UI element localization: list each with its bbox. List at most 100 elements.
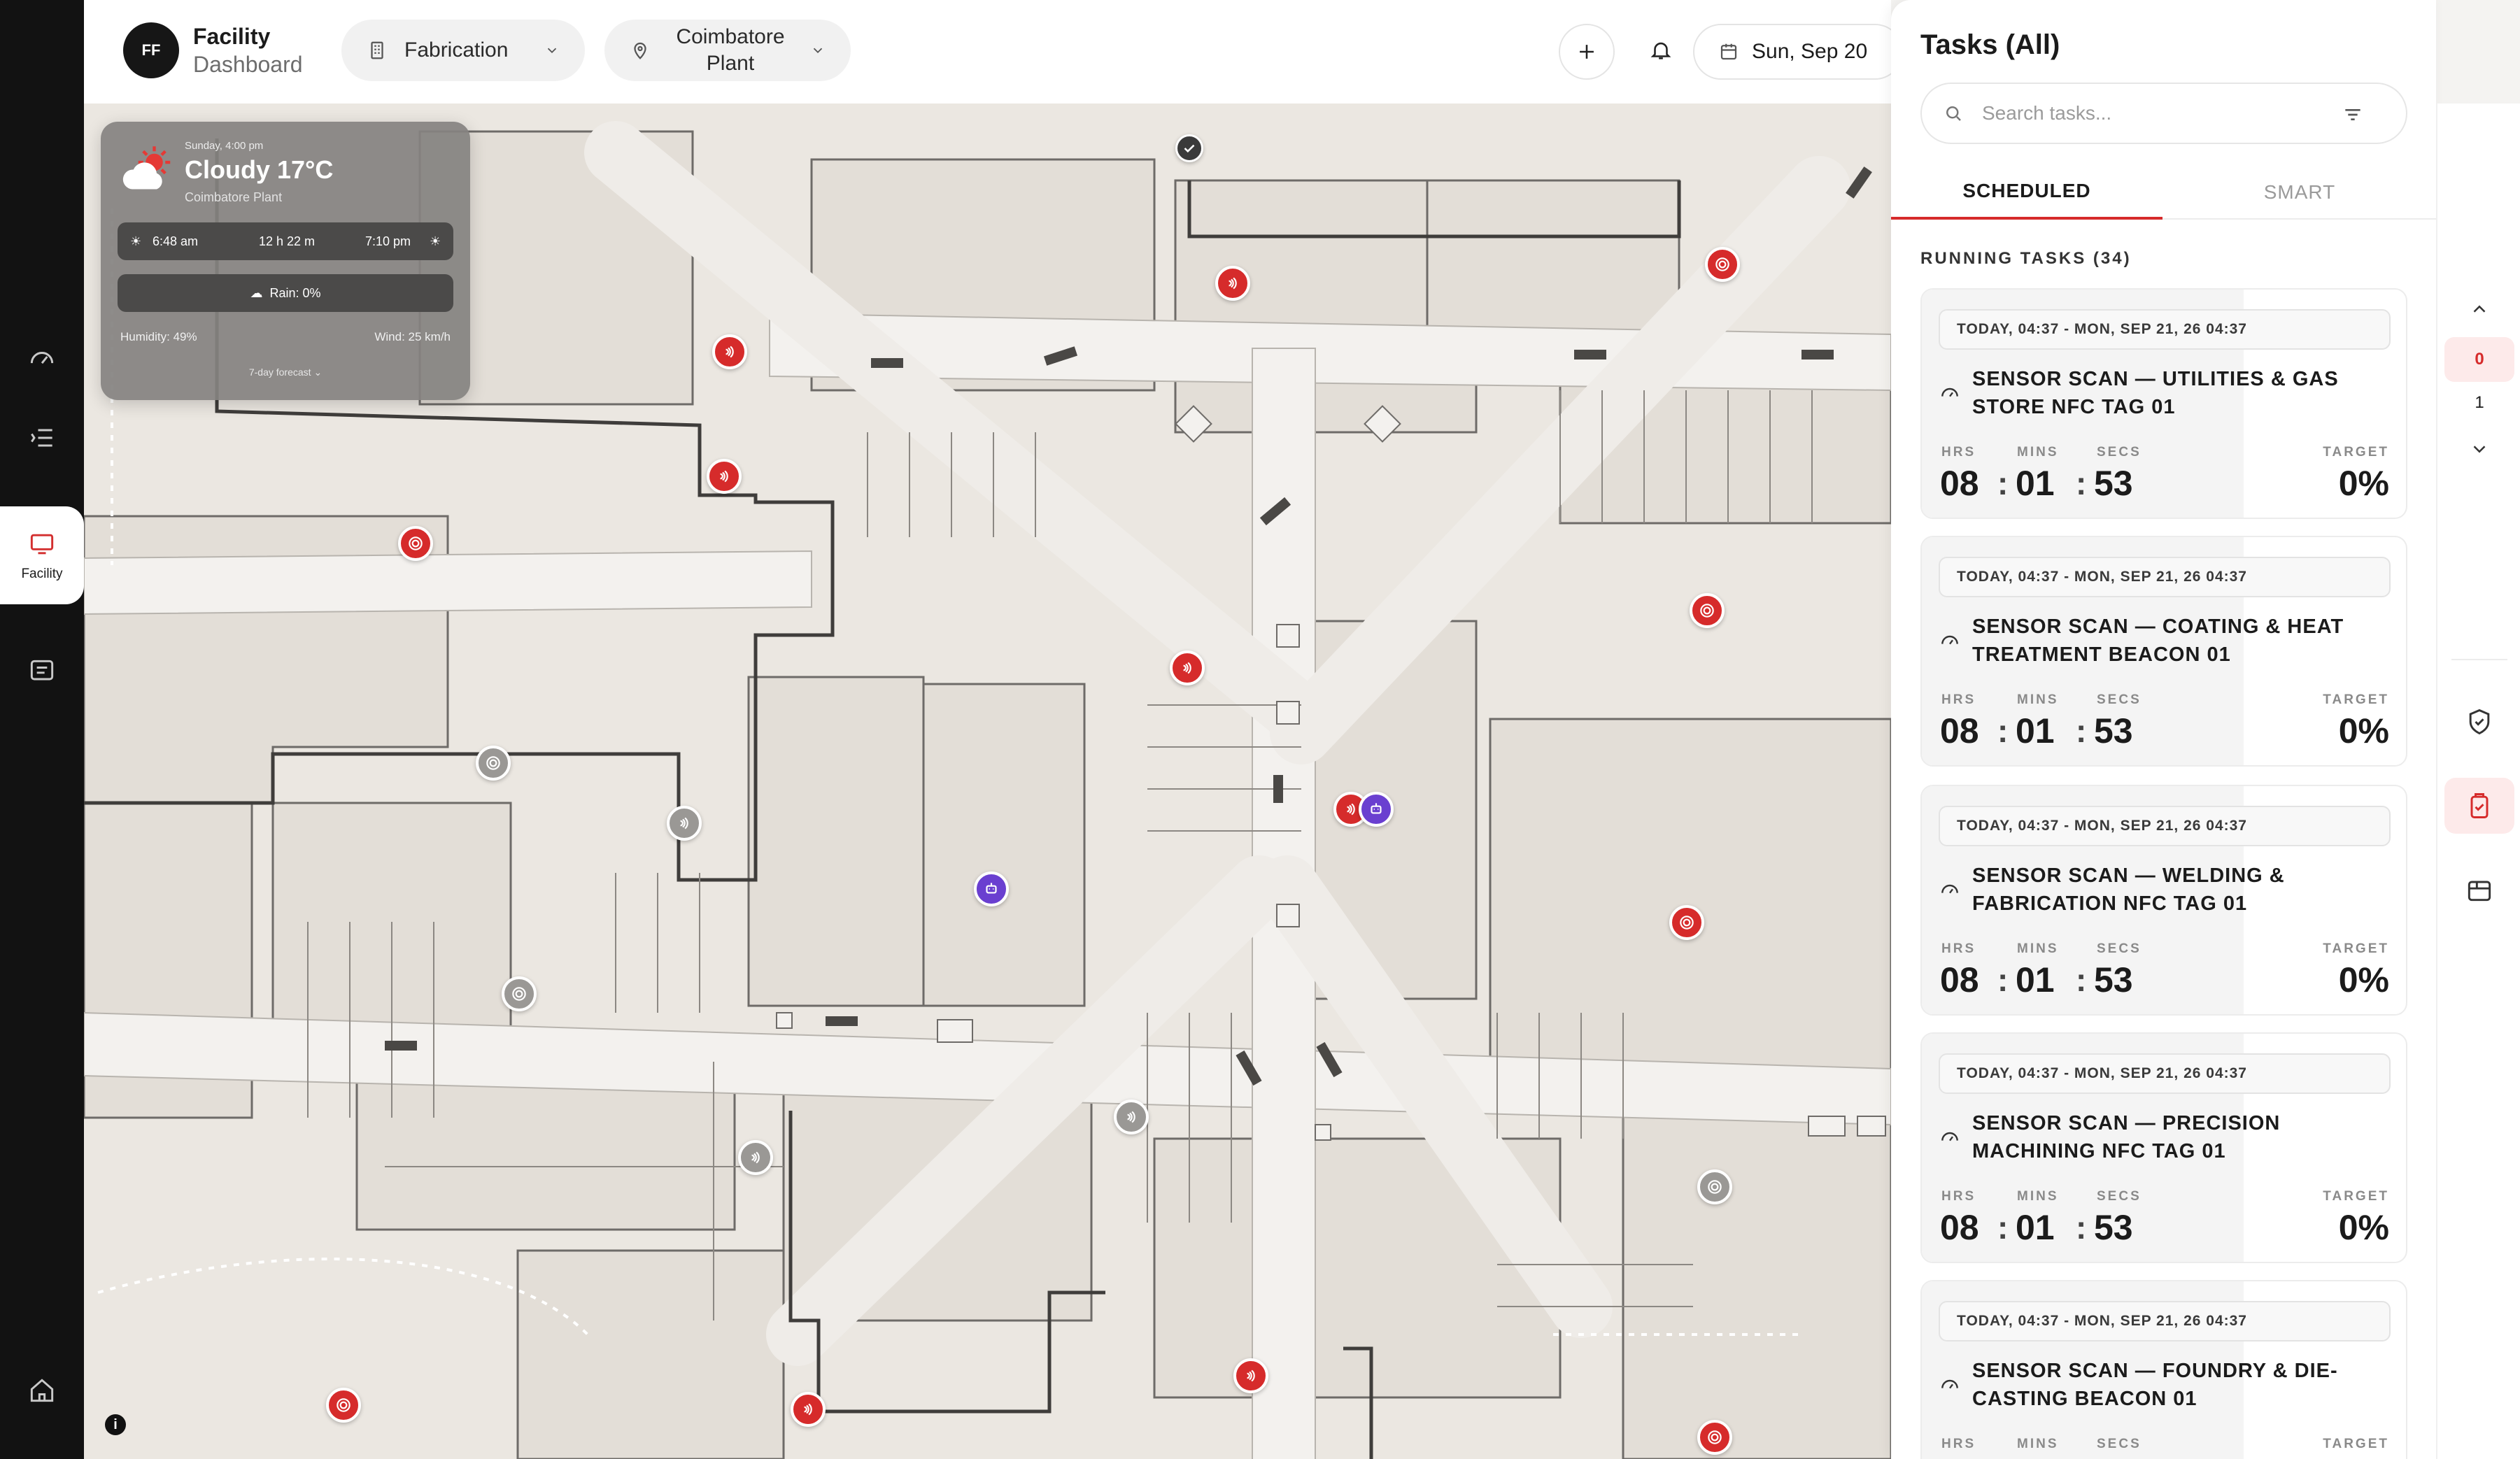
page-up-button[interactable] [2437,294,2520,325]
mins-label: MINS [2017,692,2059,707]
beacon-icon [1680,916,1694,930]
beacon-marker[interactable] [1690,593,1725,628]
search-input[interactable]: Search tasks... [1982,102,2111,124]
add-button[interactable] [1559,24,1615,80]
wind: Wind: 25 km/h [374,330,451,343]
rail-item-label: Facility [21,567,63,581]
gauge-icon [1941,387,1958,397]
bell-icon [1650,42,1671,59]
calendar-icon [1720,43,1737,60]
robot-marker[interactable] [974,871,1009,906]
sun-times-row: ☀ 6:48 am 12 h 22 m 7:10 pm ☀ [118,222,453,260]
top-header: FF Facility Dashboard Fabrication Coimba… [84,0,1903,104]
task-card[interactable]: TODAY, 04:37 - MON, SEP 21, 26 04:37 SEN… [1920,1280,2407,1459]
tab-scheduled[interactable]: SCHEDULED [1891,165,2162,220]
beacon-icon [486,756,500,770]
robot-marker[interactable] [1359,792,1394,827]
box-button[interactable] [2437,862,2520,918]
search-icon [1946,106,1961,121]
nfc-icon [1127,1111,1135,1123]
task-name: SENSOR SCAN — PRECISION MACHINING NFC TA… [1972,1112,2281,1162]
secs-value: 53 [2094,960,2133,999]
nfc-marker[interactable] [738,1140,773,1175]
nfc-marker[interactable] [707,459,742,494]
beacon-marker[interactable] [398,526,433,561]
nfc-marker[interactable] [1170,650,1205,685]
running-tasks-label: RUNNING TASKS (34) [1920,249,2132,268]
nfc-marker[interactable] [1215,266,1250,301]
beacon-marker[interactable] [1697,1420,1732,1455]
secs-value: 53 [2094,1208,2133,1247]
beacon-icon [1708,1430,1722,1444]
forecast-link-label: 7-day forecast [248,366,311,378]
beacon-marker[interactable] [502,976,537,1011]
nfc-icon [680,817,688,830]
target-value: 0% [2338,711,2389,750]
page-item-0[interactable]: 0 [2444,337,2514,382]
beacon-marker[interactable] [326,1388,361,1423]
gauge-icon [1941,884,1958,894]
chevron-down-icon: ⌄ [313,366,323,378]
page-down-button[interactable] [2437,434,2520,464]
task-date-range: TODAY, 04:37 - MON, SEP 21, 26 04:37 [1939,557,2391,597]
filter-icon[interactable] [2342,104,2364,126]
notifications-button[interactable] [1644,34,1678,67]
weather-time: Sunday, 4:00 pm [185,140,264,152]
target-label: TARGET [2323,445,2389,460]
gauge-icon[interactable] [0,329,84,385]
task-card[interactable]: TODAY, 04:37 - MON, SEP 21, 26 04:37 SEN… [1920,1032,2407,1263]
mins-label: MINS [2017,941,2059,956]
nfc-marker[interactable] [1114,1099,1149,1134]
secs-label: SECS [2097,1189,2142,1204]
checkpoint-marker[interactable] [1175,134,1203,162]
task-card[interactable]: TODAY, 04:37 - MON, SEP 21, 26 04:37 SEN… [1920,288,2407,519]
rain-row: ☁ Rain: 0% [118,274,453,312]
plant-selector[interactable]: Coimbatore Plant [604,20,851,81]
beacon-marker[interactable] [1669,905,1704,940]
nfc-marker[interactable] [667,806,702,841]
home-icon[interactable] [0,1362,84,1418]
mins-value: 01 [2016,464,2055,503]
nfc-marker[interactable] [1233,1358,1268,1393]
forecast-link[interactable]: 7-day forecast ⌄ [101,366,470,378]
page-item-1[interactable]: 1 [2437,382,2520,424]
target-label: TARGET [2323,1189,2389,1204]
date-picker[interactable]: Sun, Sep 20 [1693,24,1903,80]
task-date-range: TODAY, 04:37 - MON, SEP 21, 26 04:37 [1939,806,2391,846]
avatar[interactable]: FF [123,22,179,78]
task-card[interactable]: TODAY, 04:37 - MON, SEP 21, 26 04:37 SEN… [1920,785,2407,1016]
cloudy-sun-icon [122,146,171,190]
weather-card: Sunday, 4:00 pm Cloudy 17°C Coimbatore P… [101,122,470,400]
beacon-icon [1700,604,1714,618]
task-date-range: TODAY, 04:37 - MON, SEP 21, 26 04:37 [1939,309,2391,350]
clipboard-button[interactable] [2444,778,2514,834]
map-info-icon[interactable]: i [105,1414,126,1435]
monitor-icon [30,534,54,555]
tasks-panel: Tasks (All) Search tasks... SCHEDULED SM… [1891,0,2436,1459]
hrs-value: 08 [1940,464,1979,503]
nfc-marker[interactable] [712,334,747,369]
beacon-marker[interactable] [1705,247,1740,282]
task-list-icon[interactable] [0,410,84,466]
department-selector[interactable]: Fabrication [341,20,585,81]
beacon-marker[interactable] [1697,1169,1732,1204]
beacon-marker[interactable] [476,746,511,781]
check-icon [1184,144,1195,153]
chevron-up-icon [2473,305,2486,313]
rail-item-facility[interactable]: Facility [0,506,84,604]
task-search[interactable]: Search tasks... [1920,83,2407,144]
mins-label: MINS [2017,445,2059,460]
colon: : [2076,1209,2087,1246]
shield-button[interactable] [2437,694,2520,750]
nfc-icon [1183,662,1191,674]
divider [2451,659,2507,660]
gauge-icon [1941,635,1958,645]
tab-smart[interactable]: SMART [2164,165,2435,220]
task-date-range: TODAY, 04:37 - MON, SEP 21, 26 04:37 [1939,1053,2391,1094]
nfc-marker[interactable] [791,1392,826,1427]
task-name: SENSOR SCAN — UTILITIES & GAS STORE NFC … [1972,368,2339,418]
task-name: SENSOR SCAN — WELDING & FABRICATION NFC … [1972,864,2285,915]
chat-icon[interactable] [0,643,84,699]
hrs-label: HRS [1941,1437,1976,1451]
task-card[interactable]: TODAY, 04:37 - MON, SEP 21, 26 04:37 SEN… [1920,536,2407,767]
